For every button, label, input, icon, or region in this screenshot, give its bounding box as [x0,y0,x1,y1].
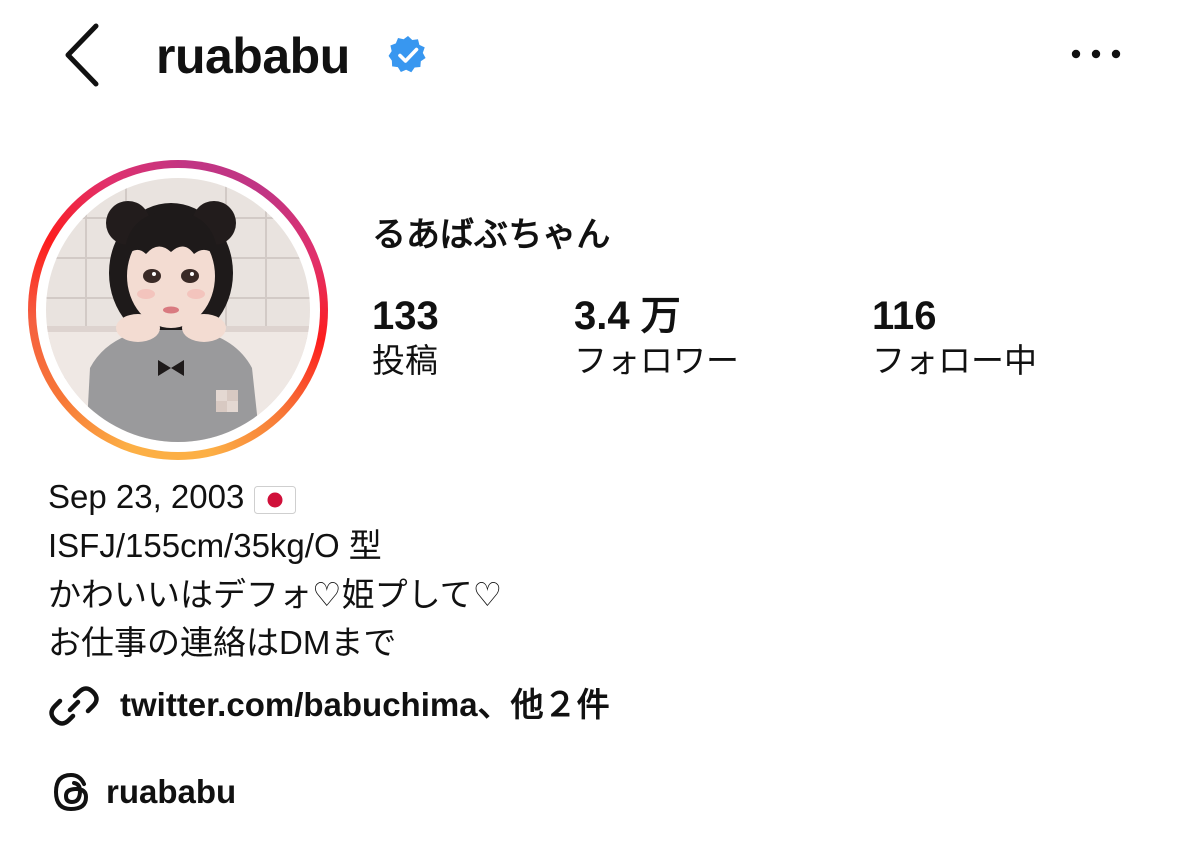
stat-followers[interactable]: 3.4 万 フォロワー [574,292,739,382]
threads-handle[interactable]: ruababu [106,770,236,814]
posts-count: 133 [372,294,439,338]
following-label: フォロー中 [872,342,1037,379]
verified-badge-icon [388,35,428,75]
bio-line-2: ISFJ/155cm/35kg/O 型 [48,527,382,564]
bio-line-3: かわいいはデフォ♡姫プして♡ [48,576,503,613]
followers-count: 3.4 万 [574,294,681,338]
bio-line-4: お仕事の連絡はDMまで [48,624,397,661]
stat-posts[interactable]: 133 投稿 [372,292,439,382]
more-options-button[interactable] [1064,36,1128,72]
japan-flag-icon [254,482,297,515]
header-username: ruababu [156,28,350,84]
followers-label: フォロワー [574,342,739,379]
stat-following[interactable]: 116 フォロー中 [872,292,1037,382]
threads-icon[interactable] [50,770,94,814]
bio-birthday-line: Sep 23, 2003 [48,476,297,518]
bio-birthday: Sep 23, 2003 [48,478,245,515]
chevron-left-icon [65,23,99,87]
link-icon [48,680,100,732]
display-name: るあばぶちゃん [372,216,611,254]
posts-label: 投稿 [372,342,438,379]
back-button[interactable] [52,20,116,90]
following-count: 116 [872,294,937,338]
more-horizontal-icon [1071,49,1121,59]
profile-avatar[interactable] [46,178,310,442]
external-link[interactable]: twitter.com/babuchima、他２件 [120,683,610,727]
